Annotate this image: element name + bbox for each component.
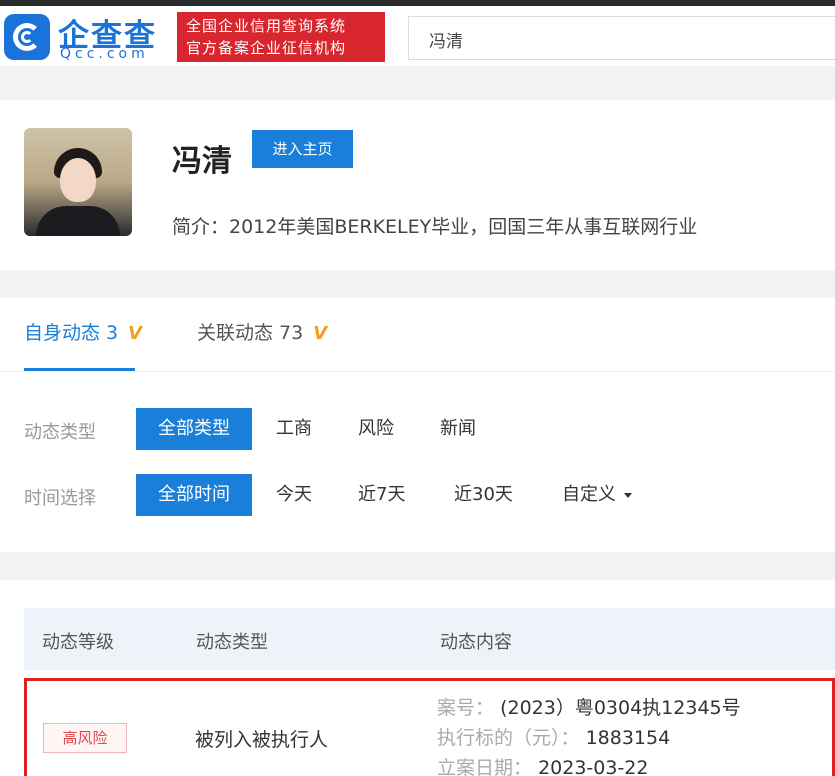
risk-level-badge: 高风险: [43, 723, 127, 753]
amount-key: 执行标的（元）：: [437, 727, 580, 749]
header-level: 动态等级: [42, 632, 114, 653]
filter-type-label: 动态类型: [24, 422, 96, 443]
date-value: 2023-03-22: [538, 757, 649, 776]
avatar: [24, 128, 132, 236]
filter-time-custom[interactable]: 自定义: [562, 474, 632, 516]
custom-label: 自定义: [562, 484, 616, 505]
case-number: 案号： (2023）粤0304执12345号: [437, 693, 741, 720]
filter-type-news[interactable]: 新闻: [440, 408, 476, 450]
divider: [0, 371, 835, 372]
header-type: 动态类型: [196, 632, 268, 653]
table-header: 动态等级 动态类型 动态内容: [24, 608, 835, 670]
table-row[interactable]: 高风险 被列入被执行人 案号： (2023）粤0304执12345号 执行标的（…: [24, 678, 835, 776]
filter-time-label: 时间选择: [24, 488, 96, 509]
tab-related-dynamics[interactable]: 关联动态 73 V: [197, 318, 327, 370]
banner-line-2: 官方备案企业征信机构: [186, 39, 347, 57]
filter-time-7days[interactable]: 近7天: [358, 474, 405, 516]
enter-homepage-button[interactable]: 进入主页: [252, 130, 353, 168]
person-intro: 简介：2012年美国BERKELEY毕业，回国三年从事互联网行业: [172, 216, 698, 238]
dynamics-table: 动态等级 动态类型 动态内容 高风险 被列入被执行人 案号： (2023）粤03…: [0, 580, 835, 776]
person-name: 冯清: [172, 144, 232, 179]
official-banner: 全国企业信用查询系统 官方备案企业征信机构: [177, 12, 385, 62]
search-input[interactable]: 冯清: [408, 16, 835, 60]
banner-line-1: 全国企业信用查询系统: [186, 17, 347, 35]
date-key: 立案日期：: [437, 757, 533, 776]
case-number-value: (2023）粤0304执12345号: [500, 697, 741, 719]
amount-value: 1883154: [585, 727, 671, 749]
site-header: 企查查 Qcc.com 全国企业信用查询系统 官方备案企业征信机构 冯清: [0, 6, 835, 66]
person-profile-card: 冯清 进入主页 简介：2012年美国BERKELEY毕业，回国三年从事互联网行业: [0, 100, 835, 270]
dynamic-type: 被列入被执行人: [195, 729, 329, 751]
filter-type-risk[interactable]: 风险: [358, 408, 394, 450]
logo-domain: Qcc.com: [60, 46, 149, 62]
tab-label: 关联动态 73: [197, 322, 304, 344]
filter-time-today[interactable]: 今天: [276, 474, 312, 516]
qcc-logo-icon[interactable]: [4, 14, 50, 60]
header-content: 动态内容: [440, 632, 512, 653]
dynamics-card: 自身动态 3 V 关联动态 73 V 动态类型 全部类型 工商 风险 新闻 时间选择…: [0, 298, 835, 552]
filing-date: 立案日期： 2023-03-22: [437, 753, 648, 776]
vip-icon: V: [313, 323, 328, 344]
chevron-down-icon: [624, 492, 632, 498]
filter-time-all[interactable]: 全部时间: [136, 474, 252, 516]
tab-label: 自身动态 3: [24, 322, 119, 344]
case-number-key: 案号：: [437, 697, 495, 719]
tab-self-dynamics[interactable]: 自身动态 3 V: [24, 318, 142, 370]
vip-icon: V: [128, 323, 143, 344]
filter-time-30days[interactable]: 近30天: [454, 474, 513, 516]
filter-type-all[interactable]: 全部类型: [136, 408, 252, 450]
execution-amount: 执行标的（元）： 1883154: [437, 723, 670, 750]
search-value: 冯清: [429, 32, 463, 52]
filter-type-business[interactable]: 工商: [276, 408, 312, 450]
